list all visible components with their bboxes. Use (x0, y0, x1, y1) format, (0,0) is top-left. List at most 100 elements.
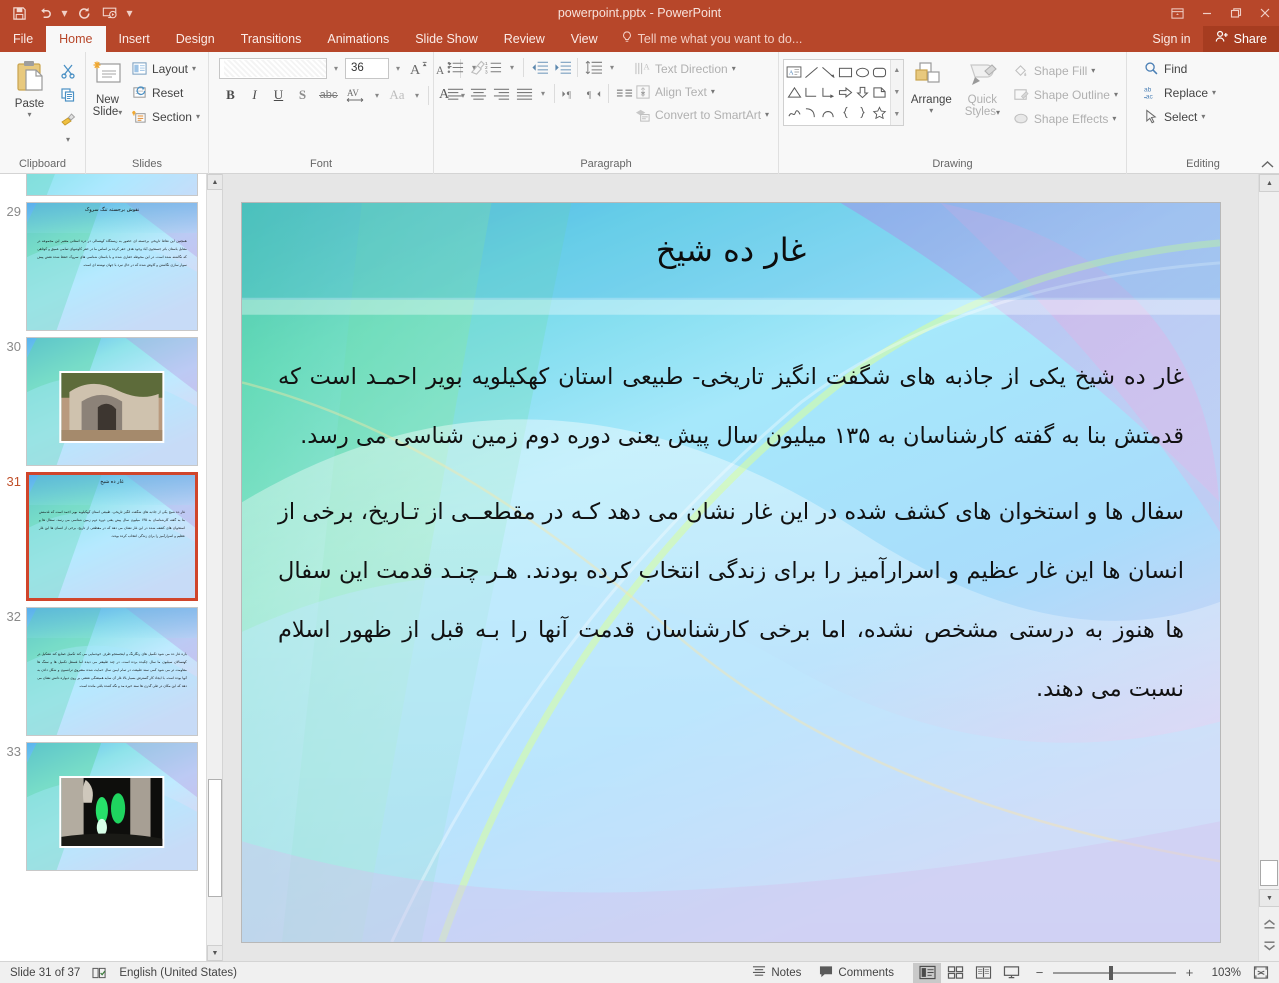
shape-elbow-connector-icon[interactable] (803, 82, 820, 102)
strikethrough-button[interactable]: abc (315, 84, 342, 106)
text-shadow-button[interactable]: S (291, 84, 314, 106)
tab-home[interactable]: Home (46, 26, 106, 52)
zoom-in-button[interactable]: + (1183, 964, 1196, 982)
shape-fill-button[interactable]: Shape Fill ▾ (1009, 59, 1122, 82)
shape-right-brace-icon[interactable] (854, 103, 871, 123)
align-center-button[interactable] (467, 83, 489, 104)
shape-triangle-icon[interactable] (786, 82, 803, 102)
bold-button[interactable]: B (219, 84, 242, 106)
reading-view-button[interactable] (969, 963, 997, 983)
align-text-button[interactable]: Align Text ▾ (630, 80, 773, 103)
undo-dropdown-icon[interactable]: ▾ (58, 2, 71, 24)
thumbnail-scrollbar[interactable]: ▲ ▼ (206, 174, 222, 961)
fit-slide-to-window-icon[interactable] (1249, 963, 1273, 983)
find-button[interactable]: Find (1139, 57, 1220, 80)
justify-button[interactable] (513, 83, 535, 104)
zoom-slider-handle[interactable] (1109, 965, 1113, 980)
thumbnail-slide[interactable] (26, 174, 198, 196)
redo-icon[interactable] (71, 2, 97, 24)
bullets-dropdown-icon[interactable]: ▾ (467, 58, 481, 77)
align-dropdown-icon[interactable]: ▾ (536, 84, 550, 103)
shape-arrow-icon[interactable] (820, 62, 837, 82)
shape-down-arrow-icon[interactable] (854, 82, 871, 102)
thumbnail-item[interactable]: 29 نقوش برجسته تنگ سروک همچنین این نقاط … (0, 196, 207, 331)
shape-star-icon[interactable] (871, 103, 888, 123)
shape-line-icon[interactable] (803, 62, 820, 82)
font-name-input[interactable] (219, 57, 327, 79)
shape-textbox-icon[interactable]: A (786, 62, 803, 82)
rtl-text-direction-button[interactable]: ¶ (582, 83, 604, 104)
shape-arc-icon[interactable] (820, 103, 837, 123)
font-size-dropdown-icon[interactable]: ▾ (391, 59, 405, 78)
shape-effects-button[interactable]: Shape Effects ▾ (1009, 107, 1122, 130)
new-slide-button[interactable]: New Slide▾ (90, 57, 125, 119)
underline-button[interactable]: U (267, 84, 290, 106)
select-button[interactable]: Select ▾ (1139, 105, 1220, 128)
decrease-indent-button[interactable] (528, 57, 550, 78)
shape-scribble-icon[interactable] (786, 103, 803, 123)
current-slide[interactable]: غار ده شیخ غار ده شیخ یکی از جاذبه های ش… (241, 202, 1221, 943)
tab-design[interactable]: Design (163, 26, 228, 52)
thumbnail-slide[interactable]: بازه غار ده می شود تکمیل های رنگارنگ و ا… (26, 607, 198, 736)
shapes-scroll-up-icon[interactable]: ▲ (891, 60, 903, 82)
thumbnail-scrollbar-thumb[interactable] (208, 779, 222, 897)
shapes-more-icon[interactable]: ▼ (891, 103, 903, 125)
line-spacing-dropdown-icon[interactable]: ▾ (605, 58, 619, 77)
thumbnail-item[interactable]: 32 بازه غار ده می شود تکمیل های رنگارنگ … (0, 601, 207, 736)
slide-scrollbar[interactable]: ▲ ▼ (1258, 174, 1279, 961)
slideshow-icon[interactable] (97, 2, 123, 24)
tab-review[interactable]: Review (491, 26, 558, 52)
slide-thumbnail-pane[interactable]: 28 (0, 174, 223, 961)
numbering-button[interactable]: 123 (482, 57, 504, 78)
thumbnail-slide[interactable]: نقوش برجسته تنگ سروک همچنین این نقاط تار… (26, 202, 198, 331)
shape-elbow-arrow-icon[interactable] (820, 82, 837, 102)
slide-counter[interactable]: Slide 31 of 37 (10, 967, 80, 979)
thumbnail-slide[interactable] (26, 337, 198, 466)
tab-view[interactable]: View (558, 26, 611, 52)
zoom-level[interactable]: 103% (1203, 967, 1241, 979)
shape-right-arrow-icon[interactable] (837, 82, 854, 102)
shape-outline-button[interactable]: Shape Outline ▾ (1009, 83, 1122, 106)
shape-rectangle-icon[interactable] (837, 62, 854, 82)
close-icon[interactable] (1250, 0, 1279, 26)
slide-title[interactable]: غار ده شیخ (242, 231, 1220, 269)
bullets-button[interactable] (444, 57, 466, 78)
change-case-button[interactable]: Aa (385, 84, 409, 106)
tell-me-search[interactable]: Tell me what you want to do... (611, 26, 802, 52)
align-left-button[interactable] (444, 83, 466, 104)
ribbon-display-options-icon[interactable] (1163, 0, 1192, 26)
spellcheck-icon[interactable] (92, 966, 107, 980)
shape-oval-icon[interactable] (854, 62, 871, 82)
previous-slide-button[interactable] (1260, 915, 1278, 933)
replace-button[interactable]: ab ac Replace ▾ (1139, 81, 1220, 104)
change-case-dropdown-icon[interactable]: ▾ (410, 86, 424, 105)
thumbnail-scroll-down-icon[interactable]: ▼ (207, 945, 222, 961)
thumbnail-slide[interactable]: غار ده شیخ غار ده شیخ یکی از جاذبه های ش… (26, 472, 198, 601)
restore-icon[interactable] (1221, 0, 1250, 26)
reset-button[interactable]: Reset (127, 81, 204, 104)
tab-insert[interactable]: Insert (106, 26, 163, 52)
layout-button[interactable]: Layout ▾ (127, 57, 204, 80)
thumbnail-item[interactable]: 33 (0, 736, 207, 871)
paste-dropdown-icon[interactable]: ▾ (27, 110, 31, 119)
font-name-dropdown-icon[interactable]: ▾ (329, 59, 343, 78)
increase-indent-button[interactable] (551, 57, 573, 78)
cut-button[interactable] (55, 59, 81, 83)
shapes-gallery[interactable]: A ▲ ▼ ▼ (783, 59, 904, 126)
shapes-scroll-down-icon[interactable]: ▼ (891, 82, 903, 104)
numbering-dropdown-icon[interactable]: ▾ (505, 58, 519, 77)
collapse-ribbon-icon[interactable] (1260, 157, 1275, 172)
next-slide-button[interactable] (1260, 937, 1278, 955)
shapes-gallery-scrollbar[interactable]: ▲ ▼ ▼ (889, 60, 903, 125)
text-direction-button[interactable]: A Text Direction ▾ (630, 57, 773, 80)
convert-to-smartart-button[interactable]: Convert to SmartArt ▾ (630, 103, 773, 126)
customize-qat-icon[interactable]: ▾ (123, 2, 136, 24)
share-button[interactable]: Share (1202, 26, 1279, 52)
slide-show-view-button[interactable] (997, 963, 1025, 983)
quick-styles-button[interactable]: Quick Styles▾ (959, 59, 1006, 119)
comments-button[interactable]: Comments (810, 962, 903, 983)
tab-animations[interactable]: Animations (314, 26, 402, 52)
thumbnail-slide[interactable] (26, 742, 198, 871)
sign-in-button[interactable]: Sign in (1140, 26, 1202, 52)
line-spacing-button[interactable] (582, 57, 604, 78)
